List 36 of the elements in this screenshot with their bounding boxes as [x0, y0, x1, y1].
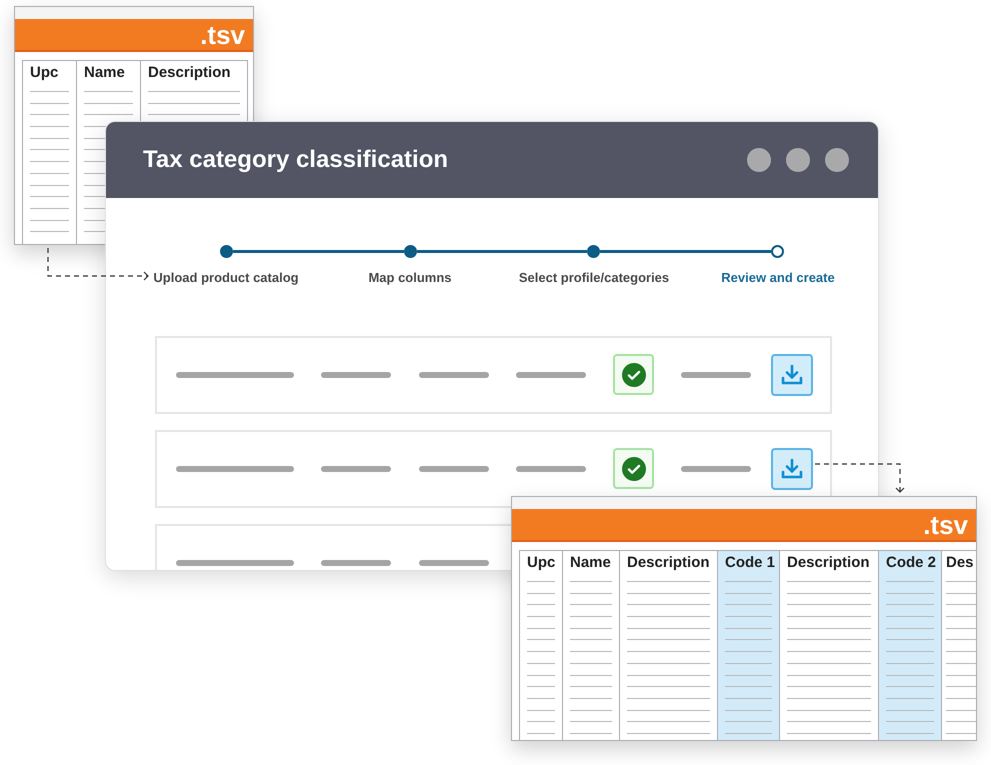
column-header: Upc	[527, 553, 555, 573]
column-header: Name	[570, 553, 612, 573]
placeholder-bar	[681, 372, 751, 378]
window-control-icon[interactable]	[786, 148, 810, 172]
placeholder-bar	[321, 372, 391, 378]
column-header: Name	[84, 63, 126, 83]
download-button[interactable]	[771, 448, 813, 490]
column-header: Description	[627, 553, 710, 573]
step-label[interactable]: Map columns	[368, 268, 452, 288]
column-header: Code 1	[725, 553, 772, 573]
window-control-icon[interactable]	[825, 148, 849, 172]
placeholder-bar	[321, 560, 391, 566]
column-header: Description	[787, 553, 871, 573]
placeholder-bar	[681, 466, 751, 472]
check-icon	[622, 362, 646, 386]
check-icon	[622, 456, 646, 480]
column-header: Upc	[30, 63, 60, 83]
file-extension: .tsv	[200, 22, 245, 48]
download-icon	[780, 362, 804, 386]
step-label[interactable]: Select profile/categories	[518, 268, 670, 288]
download-icon	[780, 456, 804, 480]
step-label[interactable]: Upload product catalog	[153, 268, 299, 288]
placeholder-bar	[516, 466, 586, 472]
placeholder-bar	[321, 466, 391, 472]
placeholder-bar	[419, 466, 489, 472]
placeholder-bar	[419, 560, 489, 566]
column-header: Description	[148, 63, 232, 83]
window-title: Tax category classification	[143, 145, 448, 175]
placeholder-bar	[419, 372, 489, 378]
column-header: Des	[946, 553, 975, 573]
download-button[interactable]	[771, 354, 813, 396]
column-header: Code 2	[886, 553, 934, 573]
window-control-icon[interactable]	[747, 148, 771, 172]
placeholder-bar	[516, 372, 586, 378]
step-label[interactable]: Review and create	[721, 268, 835, 288]
file-extension: .tsv	[923, 512, 968, 538]
